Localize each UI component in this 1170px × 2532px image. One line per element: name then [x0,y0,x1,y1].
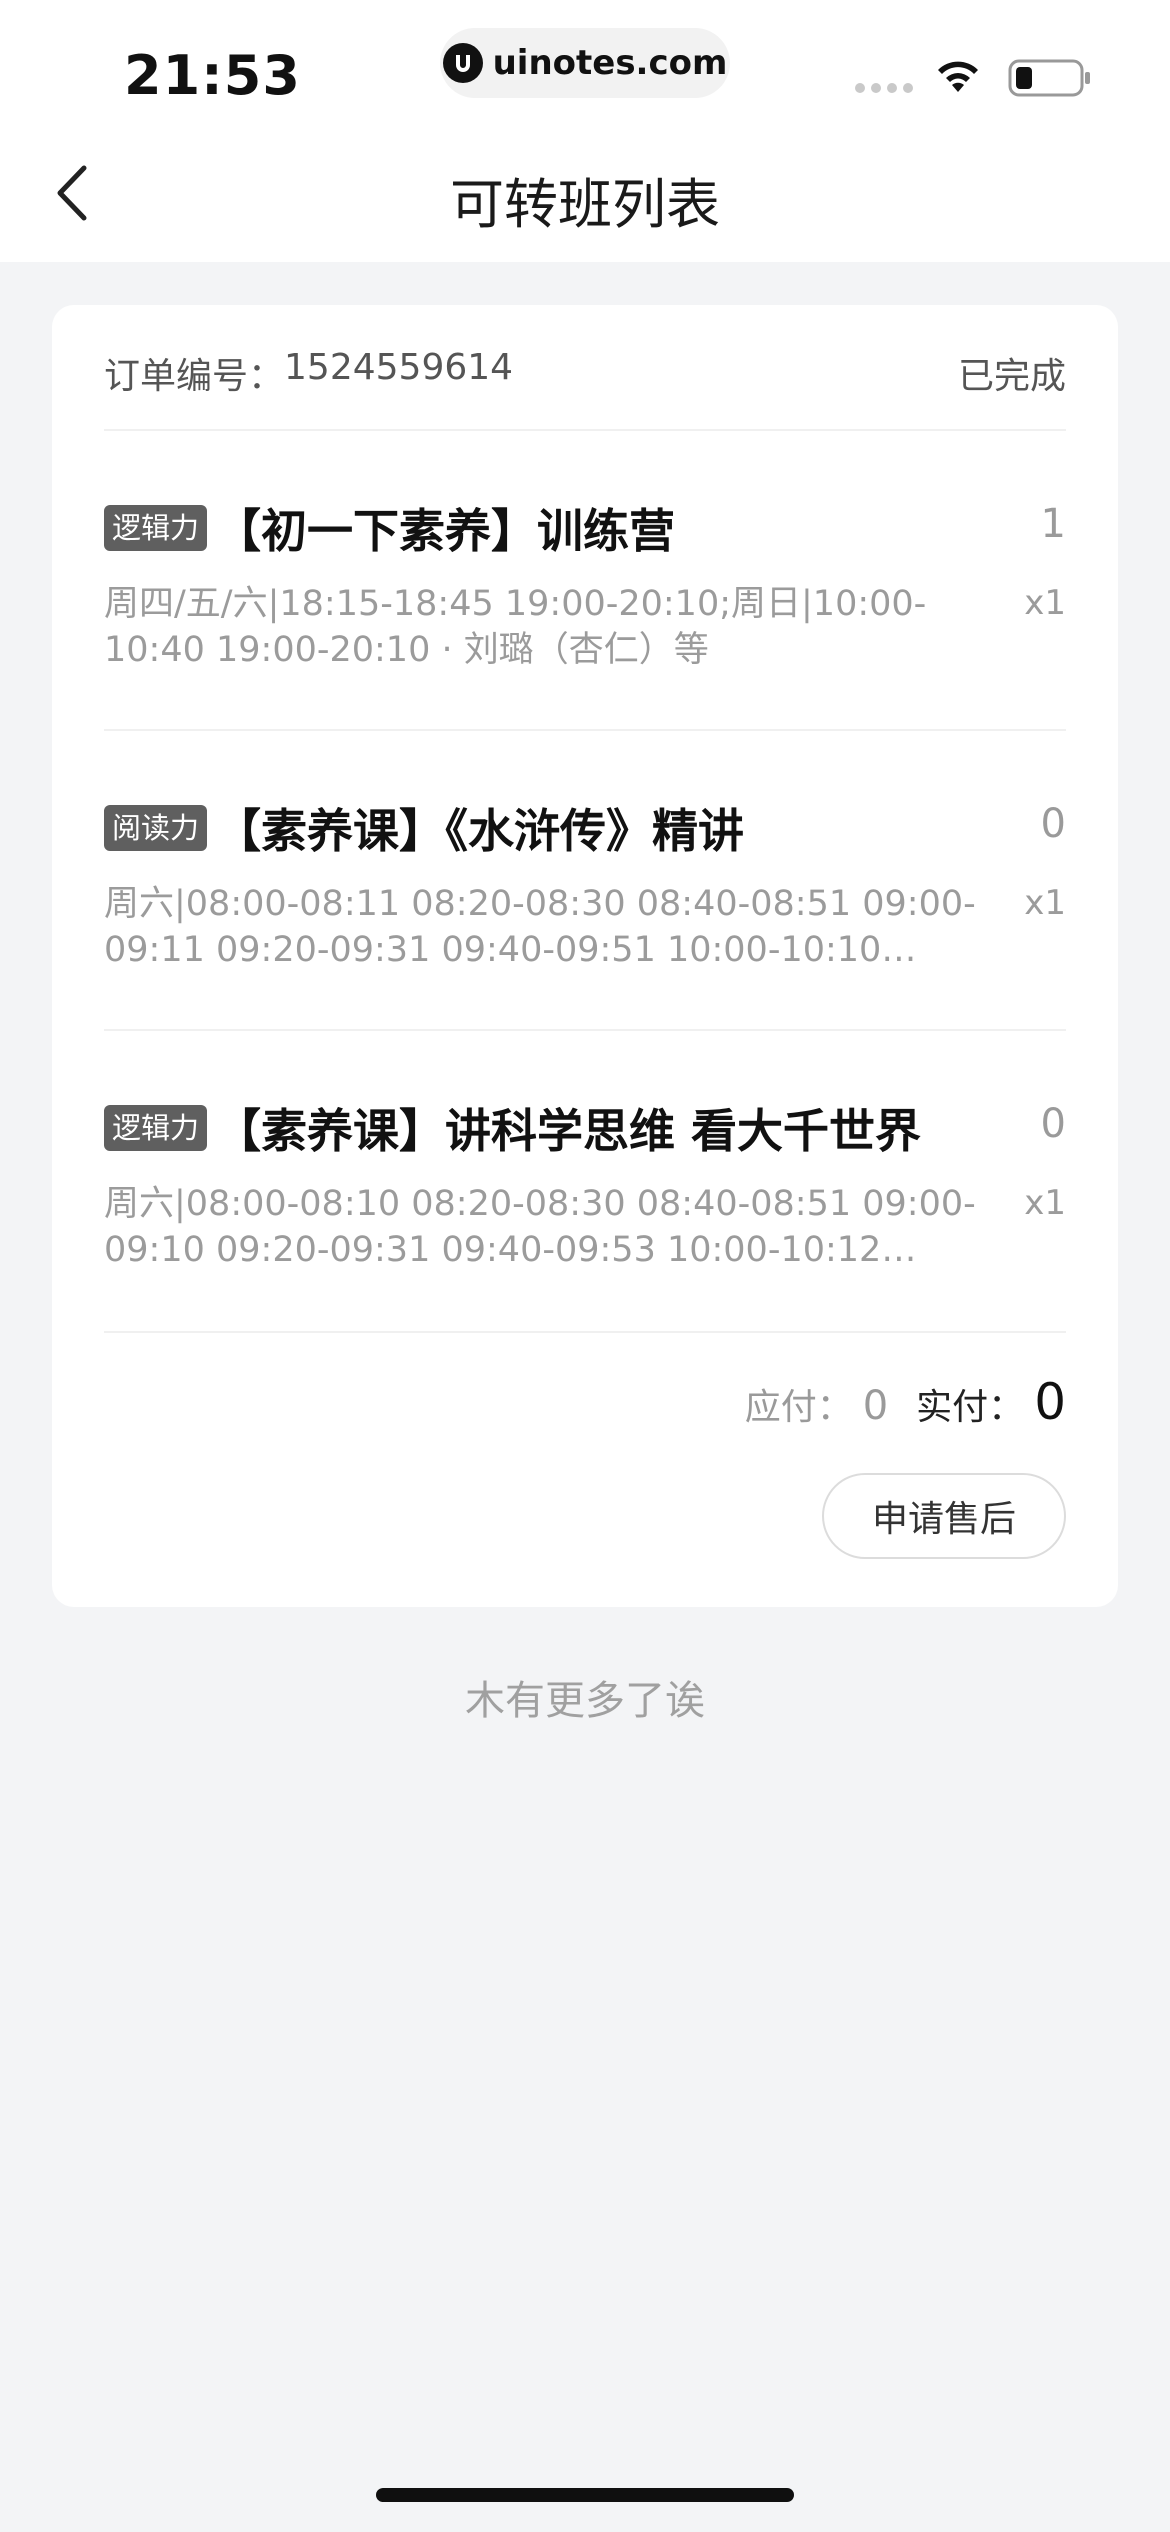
course-title-row: 逻辑力 【初一下素养】训练营 [104,493,1066,563]
order-totals: 应付： 0 实付： 0 [745,1373,1066,1431]
course-quantity: x1 [1024,1183,1066,1223]
status-bar: 21:53 uinotes.com [0,0,1170,130]
divider [104,1029,1066,1031]
course-item[interactable]: 逻辑力 【初一下素养】训练营 1 周四/五/六|18:15-18:45 19:0… [104,493,1066,693]
course-name: 【素养课】讲科学思维 看大千世界 [215,1104,922,1158]
paid-label: 实付： [916,1387,1025,1428]
order-number-label: 订单编号： [104,356,285,397]
course-schedule: 周六|08:00-08:11 08:20-08:30 08:40-08:51 0… [104,884,976,970]
course-tag: 逻辑力 [104,505,208,551]
course-quantity: x1 [1024,583,1066,623]
paid-value: 0 [1034,1373,1066,1431]
no-more-text: 木有更多了诶 [465,1678,705,1724]
divider [104,729,1066,731]
page-title: 可转班列表 [450,173,720,236]
order-number: 订单编号： 1524559614 [104,347,513,399]
battery-icon [1008,59,1090,97]
course-schedule: 周六|08:00-08:10 08:20-08:30 08:40-08:51 0… [104,1184,976,1270]
course-tag: 阅读力 [104,805,208,851]
site-logo-icon [442,43,483,83]
order-number-value: 1524559614 [284,347,514,388]
order-header: 订单编号： 1524559614 已完成 [104,343,1066,403]
course-item[interactable]: 阅读力 【素养课】《水浒传》精讲 0 周六|08:00-08:11 08:20-… [104,793,1066,993]
url-text: uinotes.com [492,43,728,83]
course-title-row: 阅读力 【素养课】《水浒传》精讲 [104,793,1066,863]
course-schedule: 周四/五/六|18:15-18:45 19:00-20:10;周日|10:00-… [104,584,927,670]
course-name: 【初一下素养】训练营 [215,504,676,558]
course-count: 0 [1040,1101,1066,1147]
course-title-row: 逻辑力 【素养课】讲科学思维 看大千世界 [104,1093,1066,1163]
course-name: 【素养课】《水浒传》精讲 [215,804,745,858]
url-pill[interactable]: uinotes.com [440,28,730,98]
navigation-bar: 可转班列表 [0,140,1170,250]
course-item[interactable]: 逻辑力 【素养课】讲科学思维 看大千世界 0 周六|08:00-08:10 08… [104,1093,1066,1293]
apply-aftersale-button[interactable]: 申请售后 [822,1473,1066,1559]
course-count: 0 [1040,801,1066,847]
course-count: 1 [1040,501,1066,547]
order-card: 订单编号： 1524559614 已完成 逻辑力 【初一下素养】训练营 1 周四… [52,305,1118,1607]
home-indicator[interactable] [376,2488,794,2502]
divider [104,1331,1066,1333]
wifi-icon [938,61,978,92]
payable-value: 0 [862,1383,889,1429]
course-quantity: x1 [1024,883,1066,923]
status-time: 21:53 [124,44,301,107]
course-tag: 逻辑力 [104,1105,208,1151]
divider [104,429,1066,431]
order-status: 已完成 [957,356,1066,397]
signal-icon [855,83,913,93]
payable-label: 应付： [744,1387,853,1428]
top-bar: 21:53 uinotes.com 可转班列表 [0,0,1170,262]
